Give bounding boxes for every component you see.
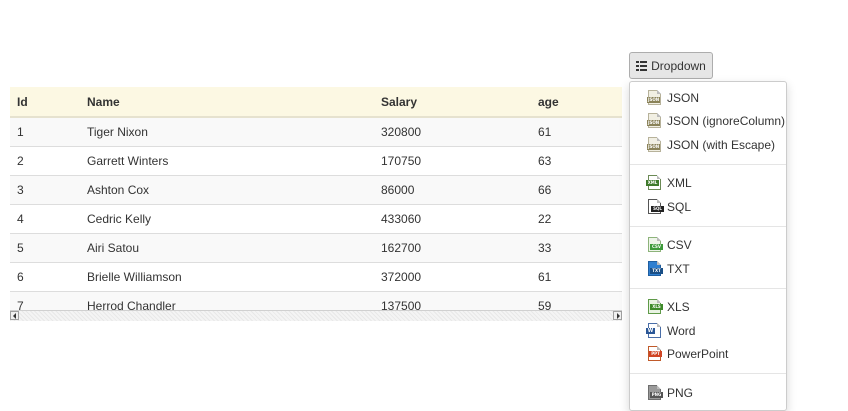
table-row[interactable]: 5 Airi Satou 162700 33 (10, 233, 622, 263)
sql-file-icon: SQL (647, 198, 664, 215)
cell-salary: 170750 (374, 146, 531, 176)
xls-file-icon: XLS (647, 299, 663, 315)
cell-salary: 433060 (374, 204, 531, 234)
cell-age: 63 (531, 146, 622, 176)
menu-item-label: SQL (667, 199, 692, 214)
menu-item-json-ignorecolumn[interactable]: JSON JSON (ignoreColumn) (630, 110, 786, 134)
cell-age: 22 (531, 204, 622, 234)
data-table-container: Id Name Salary age 1 Tiger Nixon 320800 61 2… (10, 87, 622, 322)
csv-file-icon: CSV (647, 237, 663, 253)
menu-item-label: Word (667, 323, 696, 338)
table-row[interactable]: 3 Ashton Cox 86000 66 (10, 175, 622, 205)
cell-id: 3 (10, 175, 80, 205)
cell-name: Cedric Kelly (80, 204, 374, 234)
cell-name: Brielle Williamson (80, 262, 374, 292)
cell-age: 61 (531, 262, 622, 292)
cell-age: 61 (531, 117, 622, 147)
menu-item-label: PNG (667, 385, 694, 400)
menu-item-xml[interactable]: XML XML (630, 172, 786, 196)
cell-age: 66 (531, 175, 622, 205)
png-file-icon: PNG (647, 384, 663, 401)
json-file-icon: JSON (647, 113, 663, 129)
menu-item-word[interactable]: W Word (630, 319, 786, 343)
scroll-right-arrow[interactable] (613, 311, 622, 320)
data-table: Id Name Salary age 1 Tiger Nixon 320800 61 2… (10, 87, 622, 321)
menu-item-label: CSV (667, 238, 692, 253)
menu-item-sql[interactable]: SQL SQL (630, 195, 786, 219)
table-header-row: Id Name Salary age (10, 87, 622, 118)
table-row[interactable]: 4 Cedric Kelly 433060 22 (10, 204, 622, 234)
menu-item-label: XML (667, 176, 692, 191)
menu-item-label: PowerPoint (667, 347, 729, 362)
menu-item-csv[interactable]: CSV CSV (630, 234, 786, 258)
menu-item-png[interactable]: PNG PNG (630, 381, 786, 405)
column-header-salary[interactable]: Salary (374, 87, 531, 118)
menu-item-json-with-escape[interactable]: JSON JSON (with Escape) (630, 133, 786, 157)
cell-age: 33 (531, 233, 622, 263)
horizontal-scrollbar[interactable] (10, 310, 622, 321)
cell-name: Garrett Winters (80, 146, 374, 176)
menu-item-powerpoint[interactable]: PPT PowerPoint (630, 343, 786, 367)
cell-salary: 320800 (374, 117, 531, 147)
list-icon (636, 60, 648, 71)
cell-id: 4 (10, 204, 80, 234)
table-row[interactable]: 6 Brielle Williamson 372000 61 (10, 262, 622, 292)
table-row[interactable]: 1 Tiger Nixon 320800 61 (10, 117, 622, 147)
column-header-name[interactable]: Name (80, 87, 374, 118)
json-file-icon: JSON (647, 136, 663, 153)
menu-item-label: XLS (667, 300, 690, 315)
dropdown-button-label: Dropdown (651, 58, 706, 73)
menu-divider (630, 225, 786, 227)
menu-item-xls[interactable]: XLS XLS (630, 296, 786, 320)
cell-id: 1 (10, 117, 80, 147)
word-file-icon: W (646, 322, 663, 339)
txt-file-icon: TXT (647, 260, 663, 277)
menu-divider (630, 373, 786, 374)
cell-id: 2 (10, 146, 80, 176)
cell-id: 5 (10, 233, 80, 263)
cell-name: Tiger Nixon (80, 117, 374, 147)
cell-salary: 372000 (374, 262, 531, 292)
cell-salary: 162700 (374, 233, 531, 263)
column-header-id[interactable]: Id (10, 87, 80, 118)
menu-divider (630, 287, 786, 289)
json-file-icon: JSON (647, 89, 663, 106)
menu-item-txt[interactable]: TXT TXT (630, 257, 786, 281)
cell-id: 6 (10, 262, 80, 292)
table-row[interactable]: 2 Garrett Winters 170750 63 (10, 146, 622, 176)
menu-item-json[interactable]: JSON JSON (630, 86, 786, 110)
export-dropdown-button[interactable]: Dropdown (629, 52, 713, 79)
cell-name: Ashton Cox (80, 175, 374, 205)
column-header-age[interactable]: age (531, 87, 622, 118)
menu-item-label: JSON (ignoreColumn) (667, 114, 786, 129)
powerpoint-file-icon: PPT (647, 346, 663, 362)
menu-item-label: JSON (with Escape) (667, 137, 776, 152)
export-dropdown-menu: JSON JSON JSON JSON (ignoreColumn) JSON JSON … (629, 81, 787, 411)
menu-divider (630, 163, 786, 165)
cell-name: Airi Satou (80, 233, 374, 263)
menu-item-label: JSON (667, 90, 700, 105)
xml-file-icon: XML (646, 175, 663, 191)
scroll-left-arrow[interactable] (10, 311, 19, 320)
cell-salary: 86000 (374, 175, 531, 205)
menu-item-label: TXT (667, 261, 690, 276)
